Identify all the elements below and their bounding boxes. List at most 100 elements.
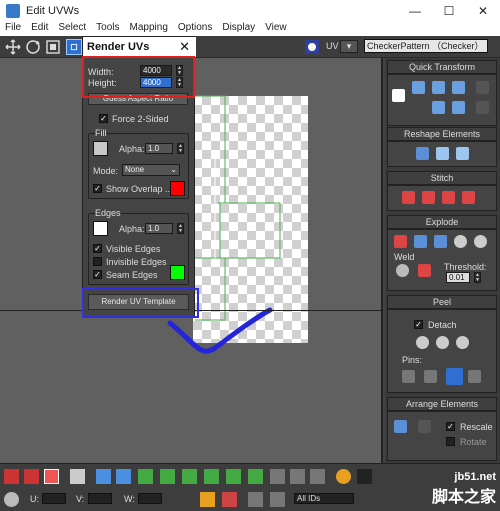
paint-select-icon[interactable] xyxy=(270,469,285,484)
maximize-button[interactable]: ☐ xyxy=(432,0,466,22)
explode-smooth-icon[interactable] xyxy=(434,235,447,248)
fill-alpha-field[interactable]: 1.0 xyxy=(145,143,173,154)
fill-alpha-spinner[interactable]: ▲ ▼ xyxy=(177,143,184,154)
quick-transform-header[interactable]: Quick Transform xyxy=(387,60,497,74)
auto-pin-icon[interactable] xyxy=(446,368,463,385)
weld-selected-icon[interactable] xyxy=(418,264,431,277)
ring-grow-icon[interactable] xyxy=(226,469,241,484)
uv-map-icon[interactable] xyxy=(304,39,320,55)
falloff-icon[interactable] xyxy=(357,469,372,484)
menu-file[interactable]: File xyxy=(0,22,26,36)
select-pins-icon[interactable] xyxy=(468,370,481,383)
fill-color-swatch[interactable] xyxy=(93,141,108,156)
move-icon[interactable] xyxy=(5,39,21,55)
menu-options[interactable]: Options xyxy=(173,22,217,36)
overlap-color-swatch[interactable] xyxy=(170,181,185,196)
arrange-elements-header[interactable]: Arrange Elements xyxy=(387,397,497,411)
quick-peel-icon[interactable] xyxy=(416,336,429,349)
mode-select[interactable]: None ⌄ xyxy=(122,164,180,176)
explode-header[interactable]: Explode xyxy=(387,215,497,229)
stitch-target-icon[interactable] xyxy=(442,191,455,204)
set-pivot-icon[interactable] xyxy=(392,89,405,102)
stitch-average-icon[interactable] xyxy=(422,191,435,204)
delete-pins-icon[interactable] xyxy=(424,370,437,383)
menu-select[interactable]: Select xyxy=(53,22,91,36)
peel-header[interactable]: Peel xyxy=(387,295,497,309)
threshold-spinner[interactable]: ▲ ▼ xyxy=(474,272,481,283)
reshape-elements-header[interactable]: Reshape Elements xyxy=(387,127,497,141)
soft-selection-icon[interactable] xyxy=(336,469,351,484)
stitch-custom-icon[interactable] xyxy=(462,191,475,204)
menu-display[interactable]: Display xyxy=(217,22,260,36)
rotate-icon[interactable] xyxy=(25,39,41,55)
menu-edit[interactable]: Edit xyxy=(26,22,53,36)
edge-loop-icon[interactable] xyxy=(138,469,153,484)
menu-mapping[interactable]: Mapping xyxy=(125,22,173,36)
align-horizontal-icon[interactable] xyxy=(432,81,445,94)
dialog-title-bar[interactable]: Render UVs ✕ xyxy=(83,37,196,57)
relax-icon[interactable] xyxy=(436,147,449,160)
explode-material-icon[interactable] xyxy=(454,235,467,248)
menu-view[interactable]: View xyxy=(260,22,292,36)
threshold-field[interactable]: 0.01 xyxy=(446,272,470,283)
select-face-icon[interactable] xyxy=(44,469,59,484)
freeze-icon[interactable] xyxy=(248,492,263,507)
peel-mode-icon[interactable] xyxy=(436,336,449,349)
material-id-filter[interactable]: All IDs xyxy=(294,493,354,504)
detach-checkbox[interactable]: ✓ xyxy=(414,320,423,329)
edge-alpha-field[interactable]: 1.0 xyxy=(145,223,173,234)
paint-grow-icon[interactable] xyxy=(290,469,305,484)
seam-edges-checkbox[interactable]: ✓ xyxy=(93,270,102,279)
visible-edges-checkbox[interactable]: ✓ xyxy=(93,244,102,253)
align-vertical-icon[interactable] xyxy=(432,101,445,114)
rescale-checkbox[interactable]: ✓ xyxy=(446,422,455,431)
space-vertical-icon[interactable] xyxy=(476,101,489,114)
menu-tools[interactable]: Tools xyxy=(91,22,124,36)
circularize-icon[interactable] xyxy=(456,147,469,160)
filter-selected-icon[interactable] xyxy=(270,492,285,507)
v-field[interactable] xyxy=(88,493,112,504)
select-edge-icon[interactable] xyxy=(24,469,39,484)
edge-alpha-spinner[interactable]: ▲ ▼ xyxy=(177,223,184,234)
minimize-button[interactable]: — xyxy=(398,0,432,22)
force-two-sided-checkbox[interactable]: ✓ xyxy=(99,114,108,123)
select-element-icon[interactable] xyxy=(70,469,85,484)
grow-selection-icon[interactable] xyxy=(96,469,111,484)
loop-grow-icon[interactable] xyxy=(182,469,197,484)
texture-select[interactable]: CheckerPattern （Checker） xyxy=(364,39,488,53)
paint-shrink-icon[interactable] xyxy=(310,469,325,484)
loop-shrink-icon[interactable] xyxy=(204,469,219,484)
reset-peel-icon[interactable] xyxy=(456,336,469,349)
select-vertex-icon[interactable] xyxy=(4,469,19,484)
w-field[interactable] xyxy=(138,493,162,504)
show-overlap-checkbox[interactable]: ✓ xyxy=(93,184,102,193)
freeform-icon[interactable] xyxy=(66,39,82,55)
stitch-source-icon[interactable] xyxy=(402,191,415,204)
edge-color-swatch[interactable] xyxy=(93,221,108,236)
align-icon[interactable] xyxy=(412,81,425,94)
dialog-close-button[interactable]: ✕ xyxy=(179,37,190,57)
pack-together-icon[interactable] xyxy=(418,420,431,433)
space-horizontal-icon[interactable] xyxy=(476,81,489,94)
rotate-checkbox[interactable] xyxy=(446,437,455,446)
uv-dropdown-icon[interactable]: ▾ xyxy=(340,40,358,53)
invisible-edges-checkbox[interactable] xyxy=(93,257,102,266)
straighten-icon[interactable] xyxy=(416,147,429,160)
pack-normalize-icon[interactable] xyxy=(394,420,407,433)
lock-icon[interactable] xyxy=(200,492,215,507)
scale-icon[interactable] xyxy=(45,39,61,55)
rotate-plus-90-icon[interactable] xyxy=(452,101,465,114)
explode-polygon-icon[interactable] xyxy=(414,235,427,248)
weld-target-icon[interactable] xyxy=(396,264,409,277)
shrink-selection-icon[interactable] xyxy=(116,469,131,484)
edge-ring-icon[interactable] xyxy=(160,469,175,484)
stitch-header[interactable]: Stitch xyxy=(387,171,497,185)
seam-color-swatch[interactable] xyxy=(170,265,185,280)
ring-shrink-icon[interactable] xyxy=(248,469,263,484)
explode-shape-icon[interactable] xyxy=(474,235,487,248)
absolute-offset-icon[interactable] xyxy=(4,492,19,507)
break-icon[interactable] xyxy=(394,235,407,248)
edit-pins-icon[interactable] xyxy=(402,370,415,383)
rotate-minus-90-icon[interactable] xyxy=(452,81,465,94)
close-button[interactable]: ✕ xyxy=(466,0,500,22)
